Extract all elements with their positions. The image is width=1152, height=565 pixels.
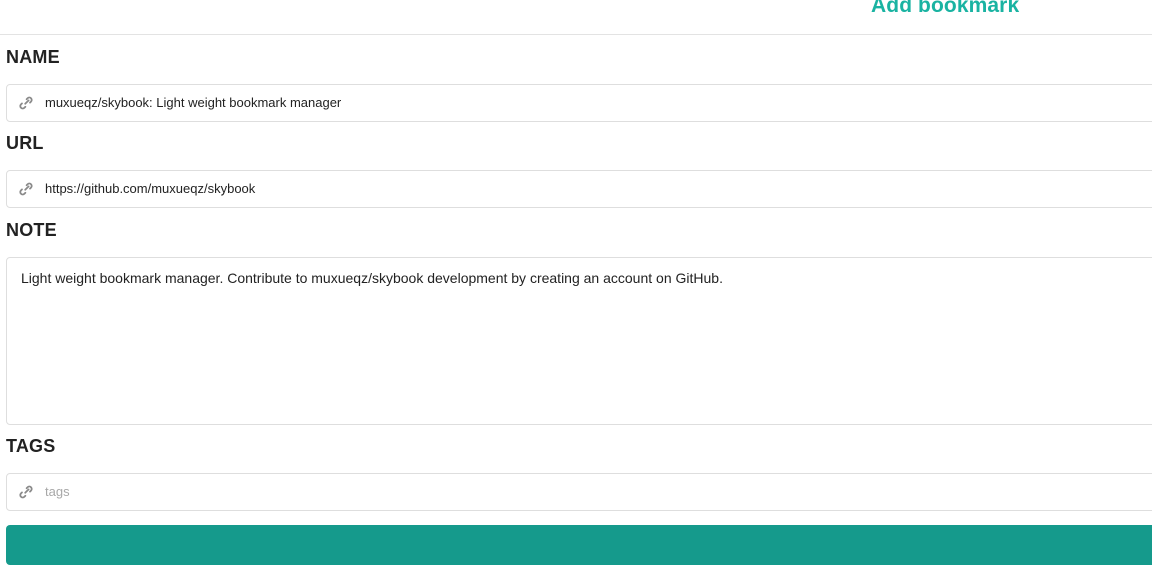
link-icon <box>19 182 33 196</box>
tags-label: TAGS <box>6 436 56 456</box>
url-label: URL <box>6 133 44 153</box>
note-label: NOTE <box>6 220 57 240</box>
name-input-value[interactable]: muxueqz/skybook: Light weight bookmark m… <box>45 95 341 110</box>
tags-input-placeholder[interactable]: tags <box>45 484 70 499</box>
link-icon <box>19 485 33 499</box>
submit-button-label <box>944 534 948 551</box>
name-label: NAME <box>6 47 60 67</box>
page-title: Add bookmark <box>871 0 1020 17</box>
name-field[interactable]: muxueqz/skybook: Light weight bookmark m… <box>6 84 1152 122</box>
note-textarea[interactable]: Light weight bookmark manager. Contribut… <box>6 257 1152 425</box>
url-field[interactable]: https://github.com/muxueqz/skybook <box>6 170 1152 208</box>
link-icon <box>19 96 33 110</box>
submit-button[interactable] <box>6 525 1152 565</box>
url-input-value[interactable]: https://github.com/muxueqz/skybook <box>45 181 255 196</box>
note-textarea-value[interactable]: Light weight bookmark manager. Contribut… <box>21 270 723 286</box>
tags-field[interactable]: tags <box>6 473 1152 511</box>
page-header: Add bookmark <box>0 0 1152 35</box>
